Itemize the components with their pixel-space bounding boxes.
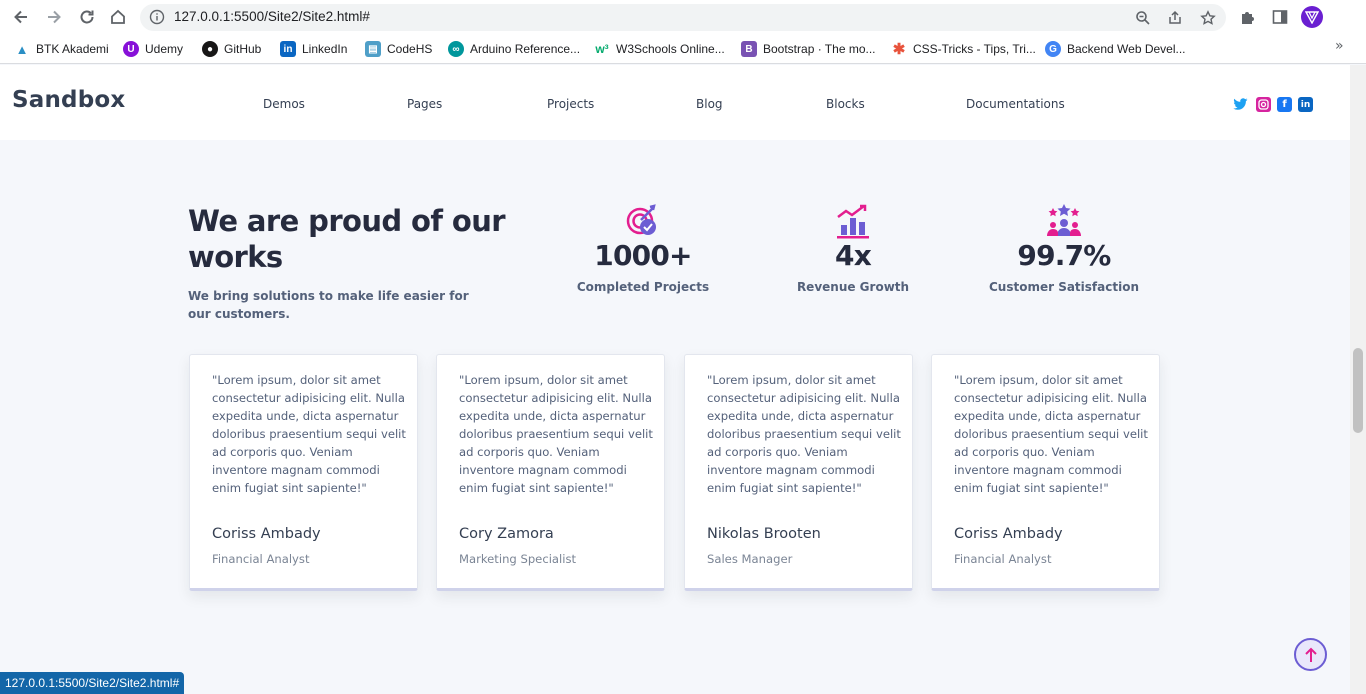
- page-viewport: Sandbox Demos Pages Projects Blog Blocks…: [0, 65, 1350, 694]
- arduino-icon: ∞: [448, 41, 464, 57]
- codehs-icon: ▤: [365, 41, 381, 57]
- stat-value: 4x: [835, 239, 872, 272]
- google-icon: G: [1045, 41, 1061, 57]
- page-scrollbar[interactable]: [1350, 65, 1366, 694]
- zoom-icon[interactable]: [1133, 8, 1153, 28]
- section-title: We are proud of our works: [188, 204, 506, 274]
- bookmarks-bar: ▲ BTK Akademi U Udemy ● GitHub in Linked…: [0, 34, 1366, 64]
- bookmarks-overflow-button[interactable]: »: [1335, 38, 1344, 54]
- home-icon[interactable]: [106, 5, 130, 29]
- testimonial-name: Coriss Ambady: [954, 526, 1063, 542]
- testimonial-quote: "Lorem ipsum, dolor sit amet consectetur…: [954, 373, 1148, 495]
- bookmark-label: Backend Web Devel...: [1067, 42, 1186, 56]
- bookmark-label: Udemy: [145, 42, 184, 56]
- instagram-icon[interactable]: [1256, 97, 1271, 112]
- testimonial-role: Marketing Specialist: [459, 552, 577, 566]
- testimonial-name: Coriss Ambady: [212, 526, 321, 542]
- css-tricks-icon: ✱: [892, 41, 906, 58]
- star-icon[interactable]: [1198, 8, 1218, 28]
- testimonial-name: Cory Zamora: [459, 526, 554, 542]
- testimonial-quote: "Lorem ipsum, dolor sit amet consectetur…: [459, 373, 653, 495]
- puzzle-icon[interactable]: [1237, 6, 1259, 28]
- bookmark-github[interactable]: ● GitHub: [202, 40, 261, 58]
- reload-icon[interactable]: [75, 5, 99, 29]
- bookmark-label: W3Schools Online...: [616, 42, 725, 56]
- bookmark-arduino[interactable]: ∞ Arduino Reference...: [448, 40, 580, 58]
- site-header: Sandbox Demos Pages Projects Blog Blocks…: [0, 65, 1350, 140]
- bookmark-udemy[interactable]: U Udemy: [123, 40, 183, 58]
- testimonial-role: Financial Analyst: [212, 552, 310, 566]
- nav-demos[interactable]: Demos: [263, 97, 305, 111]
- profile-avatar[interactable]: [1301, 6, 1323, 28]
- browser-toolbar: 127.0.0.1:5500/Site2/Site2.html#: [0, 0, 1366, 34]
- bookmark-btk-akademi[interactable]: ▲ BTK Akademi: [14, 40, 109, 58]
- info-icon[interactable]: [149, 9, 165, 29]
- nav-projects[interactable]: Projects: [547, 97, 594, 111]
- brand-logo[interactable]: Sandbox: [12, 87, 125, 113]
- stat-completed-projects: 1000+ Completed Projects: [558, 203, 728, 294]
- stat-label: Customer Satisfaction: [988, 280, 1139, 294]
- bookmark-backend[interactable]: G Backend Web Devel...: [1045, 40, 1186, 58]
- nav-documentations[interactable]: Documentations: [966, 97, 1065, 111]
- linkedin-icon: in: [280, 41, 296, 57]
- arrow-right-icon[interactable]: [42, 5, 66, 29]
- stat-label: Completed Projects: [576, 280, 710, 294]
- bookmark-label: Bootstrap · The mo...: [763, 42, 876, 56]
- github-icon: ●: [202, 41, 218, 57]
- facebook-icon[interactable]: f: [1277, 97, 1292, 112]
- team-stars-icon: [979, 203, 1149, 239]
- arrow-up-icon: [1304, 647, 1317, 662]
- linkedin-icon[interactable]: in: [1298, 97, 1313, 112]
- testimonial-role: Financial Analyst: [954, 552, 1052, 566]
- nav-blog[interactable]: Blog: [696, 97, 723, 111]
- testimonial-card: "Lorem ipsum, dolor sit amet consectetur…: [189, 354, 418, 591]
- scroll-to-top-button[interactable]: [1294, 638, 1327, 671]
- bootstrap-icon: B: [741, 41, 757, 57]
- nav-pages[interactable]: Pages: [407, 97, 442, 111]
- bookmark-label: LinkedIn: [302, 42, 348, 56]
- bookmark-label: GitHub: [224, 42, 262, 56]
- bookmark-label: BTK Akademi: [36, 42, 109, 56]
- bookmark-css-tricks[interactable]: ✱ CSS-Tricks - Tips, Tri...: [891, 40, 1036, 58]
- udemy-icon: U: [123, 41, 139, 57]
- bookmark-label: Arduino Reference...: [470, 42, 581, 56]
- url-text[interactable]: 127.0.0.1:5500/Site2/Site2.html#: [174, 9, 370, 24]
- stat-revenue-growth: 4x Revenue Growth: [768, 203, 938, 294]
- bookmark-linkedin[interactable]: in LinkedIn: [280, 40, 347, 58]
- bookmark-bootstrap[interactable]: B Bootstrap · The mo...: [741, 40, 876, 58]
- stat-customer-satisfaction: 99.7% Customer Satisfaction: [979, 203, 1149, 294]
- stat-value: 1000+: [594, 239, 692, 272]
- bookmark-w3schools[interactable]: w³ W3Schools Online...: [594, 40, 725, 58]
- arrow-left-icon[interactable]: [9, 5, 33, 29]
- side-panel-icon[interactable]: [1269, 6, 1291, 28]
- target-icon: [558, 203, 728, 239]
- bookmark-codehs[interactable]: ▤ CodeHS: [365, 40, 432, 58]
- address-bar[interactable]: 127.0.0.1:5500/Site2/Site2.html#: [140, 4, 1226, 31]
- testimonial-quote: "Lorem ipsum, dolor sit amet consectetur…: [707, 373, 901, 495]
- stat-label: Revenue Growth: [796, 280, 910, 294]
- status-bar-url: 127.0.0.1:5500/Site2/Site2.html#: [0, 672, 185, 694]
- stat-value: 99.7%: [1017, 239, 1111, 272]
- growth-chart-icon: [768, 203, 938, 239]
- bookmark-label: CodeHS: [387, 42, 433, 56]
- share-icon[interactable]: [1165, 8, 1185, 28]
- bookmark-label: CSS-Tricks - Tips, Tri...: [913, 42, 1036, 56]
- w3schools-icon: w³: [595, 42, 609, 56]
- section-subtitle: We bring solutions to make life easier f…: [188, 289, 469, 321]
- testimonial-card: "Lorem ipsum, dolor sit amet consectetur…: [684, 354, 913, 591]
- testimonial-card: "Lorem ipsum, dolor sit amet consectetur…: [436, 354, 665, 591]
- scrollbar-thumb[interactable]: [1353, 348, 1363, 433]
- testimonial-role: Sales Manager: [707, 552, 793, 566]
- testimonial-name: Nikolas Brooten: [707, 526, 821, 542]
- testimonial-quote: "Lorem ipsum, dolor sit amet consectetur…: [212, 373, 406, 495]
- testimonial-card: "Lorem ipsum, dolor sit amet consectetur…: [931, 354, 1160, 591]
- btk-icon: ▲: [15, 41, 29, 57]
- nav-blocks[interactable]: Blocks: [826, 97, 865, 111]
- twitter-icon[interactable]: [1233, 97, 1248, 112]
